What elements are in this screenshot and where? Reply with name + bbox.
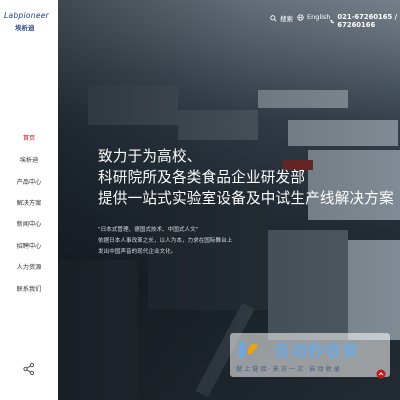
search-button[interactable]: 搜索 xyxy=(270,13,293,23)
sidebar-item-label: 产品中心 xyxy=(16,179,42,186)
intro-line: "日本式管理、德国式技术、中国式人文" xyxy=(98,227,199,233)
sidebar-item-solutions[interactable]: 解决方案 xyxy=(0,198,58,207)
watermark-logo-icon xyxy=(239,342,257,358)
sidebar-item-news[interactable]: 新闻中心 xyxy=(0,219,58,228)
sidebar-item-label: 新闻中心 xyxy=(16,221,42,228)
sidebar-item-label: 招聘中心 xyxy=(16,243,42,250)
watermark: 自动秒收录 做 上 链 接 · 来 访 一 次 · 自 动 收 录 xyxy=(230,333,390,377)
sidebar-item-label: 人力资源 xyxy=(16,264,42,271)
logo-text-en: Labpioneer xyxy=(4,11,50,20)
top-bar: Labpioneer 埃析迪 搜索 English 021-67260165 /… xyxy=(0,0,400,40)
sidebar-item-contact[interactable]: 联系我们 xyxy=(0,284,58,293)
share-icon[interactable] xyxy=(22,362,36,376)
sidebar-item-home[interactable]: 首页 xyxy=(0,133,58,142)
headline-line: 提供一站式实验室设备及中试生产线解决方案 xyxy=(98,190,394,207)
sidebar-item-careers[interactable]: 招聘中心 xyxy=(0,241,58,250)
sidebar-item-about[interactable]: 埃析迪 xyxy=(0,155,58,164)
logo[interactable]: Labpioneer 埃析迪 xyxy=(0,0,58,40)
hero-intro: "日本式管理、德国式技术、中国式人文" 依据日本人事改革之长，以人为本，力求在国… xyxy=(98,225,233,259)
sidebar-item-label: 解决方案 xyxy=(16,200,42,207)
phone-number: 021-67260165 / 67260166 xyxy=(337,13,398,29)
globe-icon xyxy=(297,13,304,21)
sidebar-nav: 首页 埃析迪 产品中心 解决方案 新闻中心 招聘中心 人力资源 联系我们 xyxy=(0,40,58,400)
headline-line: 致力于为高校、 xyxy=(98,148,202,165)
phone-icon xyxy=(330,19,334,23)
sidebar-item-hr[interactable]: 人力资源 xyxy=(0,262,58,271)
watermark-subtitle: 做 上 链 接 · 来 访 一 次 · 自 动 收 录 xyxy=(236,366,340,373)
phone-contact[interactable]: 021-67260165 / 67260166 xyxy=(330,13,400,29)
sidebar-item-products[interactable]: 产品中心 xyxy=(0,177,58,186)
language-label: English xyxy=(307,13,331,21)
language-switch[interactable]: English xyxy=(297,13,330,21)
search-label: 搜索 xyxy=(280,15,293,23)
sidebar-item-label: 首页 xyxy=(22,135,36,142)
chevron-up-icon[interactable] xyxy=(376,369,386,379)
hero-headline: 致力于为高校、 科研院所及各类食品企业研发部 提供一站式实验室设备及中试生产线解… xyxy=(98,146,394,209)
headline-line: 科研院所及各类食品企业研发部 xyxy=(98,169,306,186)
logo-text-cn: 埃析迪 xyxy=(15,24,35,32)
intro-line: 发出中国声音的现代企业文化。 xyxy=(98,249,177,256)
search-icon xyxy=(270,14,277,22)
intro-line: 依据日本人事改革之长，以人为本，力求在国际舞台上 xyxy=(98,238,233,245)
sidebar-item-label: 埃析迪 xyxy=(19,157,39,164)
sidebar-item-label: 联系我们 xyxy=(16,286,42,293)
watermark-title: 自动秒收录 xyxy=(274,341,360,360)
